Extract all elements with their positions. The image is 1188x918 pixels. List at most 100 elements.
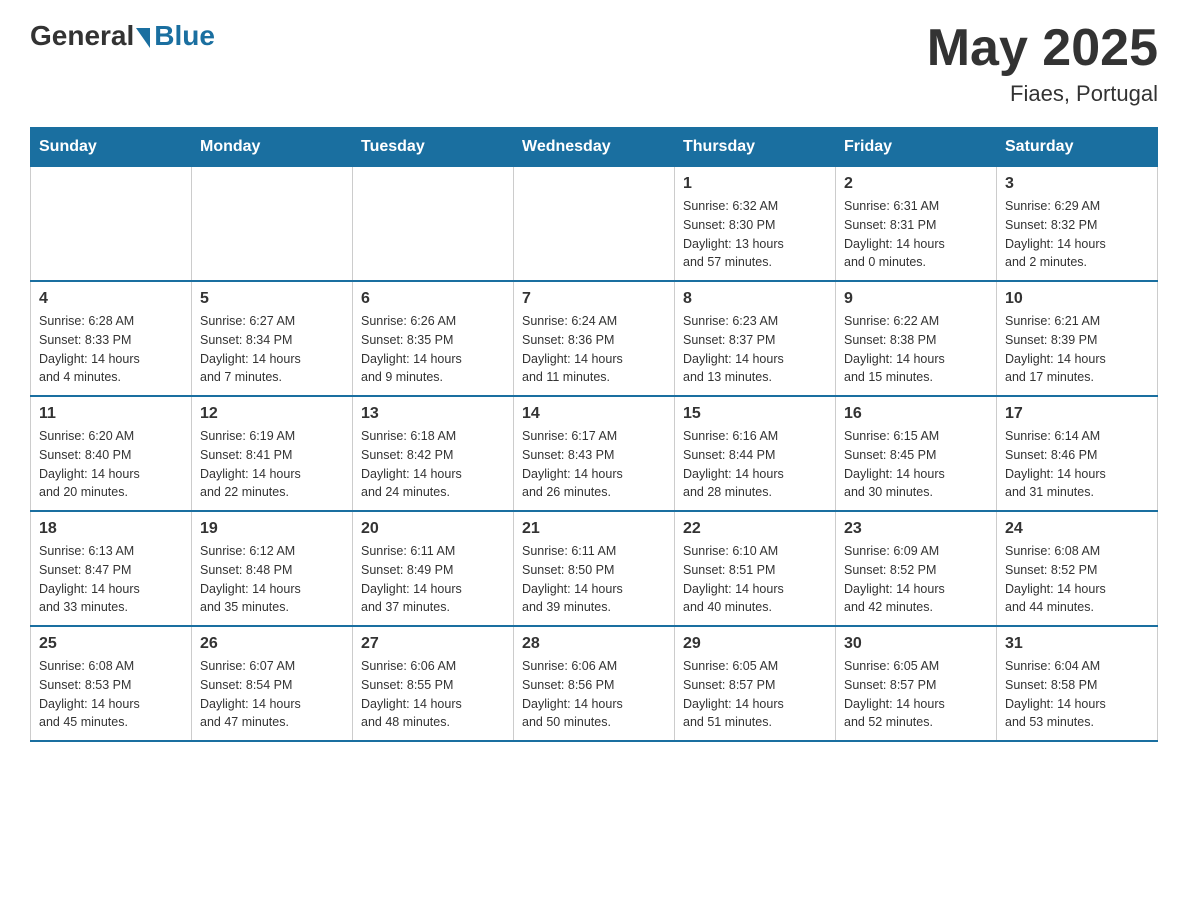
weekday-header-monday: Monday [192,128,353,167]
logo: General Blue [30,20,215,52]
weekday-header-friday: Friday [836,128,997,167]
calendar-week-row: 25 Sunrise: 6:08 AMSunset: 8:53 PMDayligh… [31,626,1158,741]
calendar-cell: 31 Sunrise: 6:04 AMSunset: 8:58 PMDayligh… [997,626,1158,741]
day-number: 19 [200,520,344,538]
day-number: 27 [361,635,505,653]
day-info: Sunrise: 6:19 AMSunset: 8:41 PMDaylight:… [200,427,344,502]
day-info: Sunrise: 6:07 AMSunset: 8:54 PMDaylight:… [200,657,344,732]
calendar-cell: 6 Sunrise: 6:26 AMSunset: 8:35 PMDaylight… [353,281,514,396]
day-number: 20 [361,520,505,538]
month-title: May 2025 [927,20,1158,77]
day-info: Sunrise: 6:09 AMSunset: 8:52 PMDaylight:… [844,542,988,617]
calendar-week-row: 18Sunrise: 6:13 AMSunset: 8:47 PMDayligh… [31,511,1158,626]
day-number: 13 [361,405,505,423]
day-number: 9 [844,290,988,308]
calendar-cell: 25 Sunrise: 6:08 AMSunset: 8:53 PMDayligh… [31,626,192,741]
day-info: Sunrise: 6:10 AMSunset: 8:51 PMDaylight:… [683,542,827,617]
logo-triangle-icon [136,28,150,48]
calendar-cell: 5Sunrise: 6:27 AMSunset: 8:34 PMDaylight… [192,281,353,396]
day-info: Sunrise: 6:12 AMSunset: 8:48 PMDaylight:… [200,542,344,617]
day-info: Sunrise: 6:20 AMSunset: 8:40 PMDaylight:… [39,427,183,502]
day-number: 21 [522,520,666,538]
day-info: Sunrise: 6:17 AMSunset: 8:43 PMDaylight:… [522,427,666,502]
day-info: Sunrise: 6:16 AMSunset: 8:44 PMDaylight:… [683,427,827,502]
day-info: Sunrise: 6:14 AMSunset: 8:46 PMDaylight:… [1005,427,1149,502]
title-block: May 2025 Fiaes, Portugal [927,20,1158,107]
calendar-cell [353,167,514,282]
day-info: Sunrise: 6:22 AMSunset: 8:38 PMDaylight:… [844,312,988,387]
calendar-cell: 29 Sunrise: 6:05 AMSunset: 8:57 PMDayligh… [675,626,836,741]
day-number: 8 [683,290,827,308]
calendar-cell: 24 Sunrise: 6:08 AMSunset: 8:52 PMDayligh… [997,511,1158,626]
calendar-cell: 4Sunrise: 6:28 AMSunset: 8:33 PMDaylight… [31,281,192,396]
calendar-cell: 19 Sunrise: 6:12 AMSunset: 8:48 PMDayligh… [192,511,353,626]
location-label: Fiaes, Portugal [927,81,1158,107]
day-number: 11 [39,405,183,423]
weekday-header-tuesday: Tuesday [353,128,514,167]
day-info: Sunrise: 6:27 AMSunset: 8:34 PMDaylight:… [200,312,344,387]
calendar-cell: 28Sunrise: 6:06 AMSunset: 8:56 PMDayligh… [514,626,675,741]
day-info: Sunrise: 6:05 AMSunset: 8:57 PMDaylight:… [683,657,827,732]
weekday-header-saturday: Saturday [997,128,1158,167]
day-info: Sunrise: 6:32 AMSunset: 8:30 PMDaylight:… [683,197,827,272]
calendar-week-row: 1 Sunrise: 6:32 AMSunset: 8:30 PMDaylight… [31,167,1158,282]
calendar-cell: 21 Sunrise: 6:11 AMSunset: 8:50 PMDayligh… [514,511,675,626]
day-number: 14 [522,405,666,423]
calendar-cell: 30 Sunrise: 6:05 AMSunset: 8:57 PMDayligh… [836,626,997,741]
day-number: 6 [361,290,505,308]
day-info: Sunrise: 6:21 AMSunset: 8:39 PMDaylight:… [1005,312,1149,387]
day-number: 15 [683,405,827,423]
calendar-cell: 3Sunrise: 6:29 AMSunset: 8:32 PMDaylight… [997,167,1158,282]
day-number: 24 [1005,520,1149,538]
calendar-header-row: SundayMondayTuesdayWednesdayThursdayFrid… [31,128,1158,167]
calendar-cell: 15 Sunrise: 6:16 AMSunset: 8:44 PMDayligh… [675,396,836,511]
calendar-week-row: 11 Sunrise: 6:20 AMSunset: 8:40 PMDayligh… [31,396,1158,511]
page-header: General Blue May 2025 Fiaes, Portugal [30,20,1158,107]
day-number: 25 [39,635,183,653]
day-info: Sunrise: 6:11 AMSunset: 8:50 PMDaylight:… [522,542,666,617]
calendar-cell: 22 Sunrise: 6:10 AMSunset: 8:51 PMDayligh… [675,511,836,626]
day-number: 17 [1005,405,1149,423]
weekday-header-wednesday: Wednesday [514,128,675,167]
calendar-cell: 10 Sunrise: 6:21 AMSunset: 8:39 PMDayligh… [997,281,1158,396]
day-info: Sunrise: 6:08 AMSunset: 8:52 PMDaylight:… [1005,542,1149,617]
weekday-header-thursday: Thursday [675,128,836,167]
day-number: 2 [844,175,988,193]
day-info: Sunrise: 6:15 AMSunset: 8:45 PMDaylight:… [844,427,988,502]
day-number: 3 [1005,175,1149,193]
day-number: 28 [522,635,666,653]
calendar-cell [31,167,192,282]
calendar-week-row: 4Sunrise: 6:28 AMSunset: 8:33 PMDaylight… [31,281,1158,396]
calendar-cell: 8 Sunrise: 6:23 AMSunset: 8:37 PMDaylight… [675,281,836,396]
day-info: Sunrise: 6:26 AMSunset: 8:35 PMDaylight:… [361,312,505,387]
calendar-cell: 11 Sunrise: 6:20 AMSunset: 8:40 PMDayligh… [31,396,192,511]
calendar-cell: 2 Sunrise: 6:31 AMSunset: 8:31 PMDaylight… [836,167,997,282]
calendar-cell: 23 Sunrise: 6:09 AMSunset: 8:52 PMDayligh… [836,511,997,626]
day-number: 10 [1005,290,1149,308]
day-info: Sunrise: 6:31 AMSunset: 8:31 PMDaylight:… [844,197,988,272]
day-info: Sunrise: 6:06 AMSunset: 8:55 PMDaylight:… [361,657,505,732]
day-number: 31 [1005,635,1149,653]
day-number: 23 [844,520,988,538]
day-number: 29 [683,635,827,653]
day-number: 16 [844,405,988,423]
day-info: Sunrise: 6:24 AMSunset: 8:36 PMDaylight:… [522,312,666,387]
weekday-header-sunday: Sunday [31,128,192,167]
day-number: 30 [844,635,988,653]
day-info: Sunrise: 6:13 AMSunset: 8:47 PMDaylight:… [39,542,183,617]
logo-blue-text: Blue [154,20,215,52]
day-info: Sunrise: 6:08 AMSunset: 8:53 PMDaylight:… [39,657,183,732]
day-info: Sunrise: 6:28 AMSunset: 8:33 PMDaylight:… [39,312,183,387]
calendar-cell: 9 Sunrise: 6:22 AMSunset: 8:38 PMDaylight… [836,281,997,396]
logo-general-text: General [30,20,134,52]
calendar-cell [514,167,675,282]
day-number: 12 [200,405,344,423]
calendar-cell: 12 Sunrise: 6:19 AMSunset: 8:41 PMDayligh… [192,396,353,511]
day-info: Sunrise: 6:04 AMSunset: 8:58 PMDaylight:… [1005,657,1149,732]
day-info: Sunrise: 6:05 AMSunset: 8:57 PMDaylight:… [844,657,988,732]
calendar-table: SundayMondayTuesdayWednesdayThursdayFrid… [30,127,1158,742]
day-number: 1 [683,175,827,193]
day-info: Sunrise: 6:11 AMSunset: 8:49 PMDaylight:… [361,542,505,617]
day-number: 22 [683,520,827,538]
day-info: Sunrise: 6:23 AMSunset: 8:37 PMDaylight:… [683,312,827,387]
